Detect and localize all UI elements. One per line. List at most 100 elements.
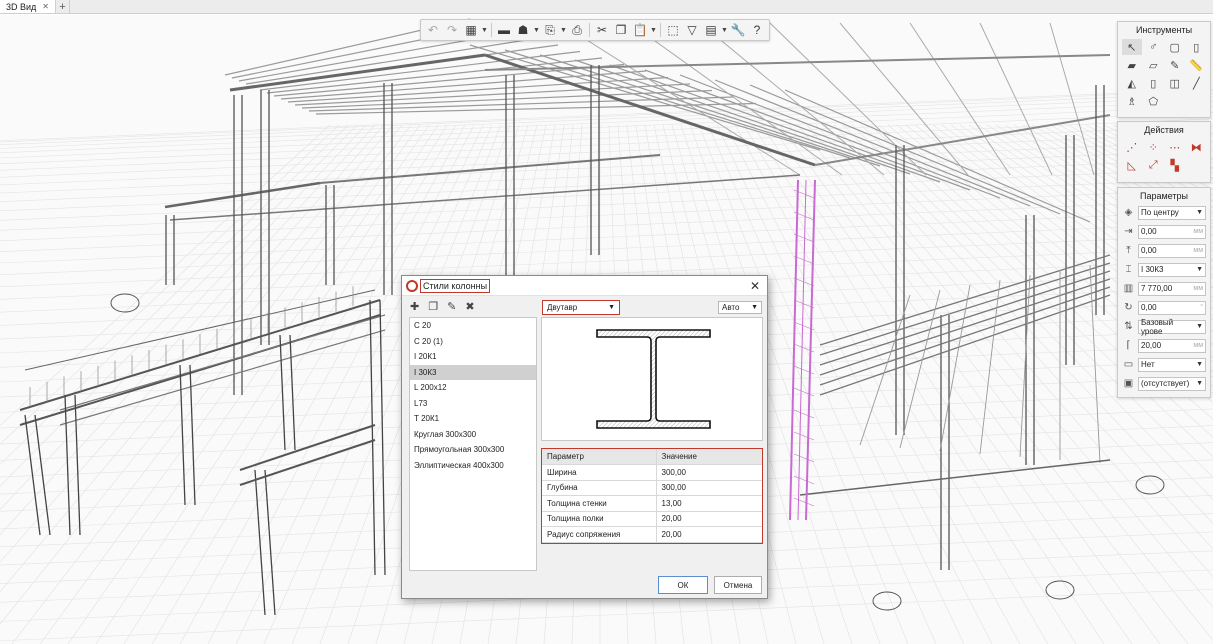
close-icon[interactable]: ✕: [42, 2, 49, 11]
copy-icon[interactable]: ❐: [612, 21, 630, 39]
help-icon[interactable]: ?: [748, 21, 766, 39]
offset-x-icon: ⇥: [1124, 226, 1133, 237]
parameter-value[interactable]: 300,00: [656, 480, 762, 496]
finish-select[interactable]: Нет ▼: [1138, 357, 1206, 372]
list-item[interactable]: Т 20К1: [410, 411, 536, 427]
tab-3d-view[interactable]: 3D Вид ✕: [0, 0, 56, 13]
rotate-icon[interactable]: ⁘: [1144, 139, 1164, 155]
display-settings-icon[interactable]: ▤: [702, 21, 720, 39]
parameter-value[interactable]: 300,00: [656, 464, 762, 481]
rectangle-icon[interactable]: ▢: [1165, 39, 1185, 55]
roof-icon[interactable]: ◭: [1122, 75, 1142, 91]
line-icon[interactable]: ╱: [1187, 75, 1207, 91]
wrench-icon[interactable]: 🔧: [729, 21, 747, 39]
list-item[interactable]: I 30К3: [410, 364, 536, 380]
parameter-name: Ширина: [542, 464, 657, 481]
view-cube-icon[interactable]: ▦: [462, 21, 480, 39]
list-item[interactable]: I 20К1: [410, 349, 536, 365]
offset-y-field[interactable]: 0,00 мм: [1138, 243, 1206, 258]
pointer-icon[interactable]: ↖: [1122, 39, 1142, 55]
column-icon[interactable]: ▯: [1187, 39, 1207, 55]
separator: [491, 23, 492, 37]
filter-icon[interactable]: ▽: [683, 21, 701, 39]
close-button[interactable]: ✕: [750, 279, 763, 293]
undo-icon[interactable]: ↶: [424, 21, 442, 39]
height-field[interactable]: 7 770,00 мм: [1138, 281, 1206, 296]
array-icon[interactable]: ⋯: [1165, 139, 1185, 155]
chevron-down-icon[interactable]: ▼: [560, 27, 567, 34]
profile-select[interactable]: I 30К3 ▼: [1138, 262, 1206, 277]
move-icon[interactable]: ⋰: [1122, 139, 1142, 155]
redo-icon[interactable]: ↷: [443, 21, 461, 39]
column-header-parameter: Параметр: [542, 449, 657, 465]
slab-icon[interactable]: ▰: [1122, 57, 1142, 73]
anchor-row: ◈ По центру ▼: [1118, 203, 1210, 222]
chevron-down-icon: ▼: [1196, 209, 1203, 216]
material-select[interactable]: (отсутствует) ▼: [1138, 376, 1206, 391]
parameter-value[interactable]: 13,00: [656, 495, 762, 512]
list-item[interactable]: L73: [410, 396, 536, 412]
extend-icon[interactable]: ⤢: [1144, 157, 1164, 173]
list-item[interactable]: Круглая 300x300: [410, 427, 536, 443]
pencil-icon[interactable]: ✎: [1165, 57, 1185, 73]
list-item[interactable]: С 20 (1): [410, 334, 536, 350]
level-icon: ⇅: [1124, 321, 1133, 332]
window-icon[interactable]: ◫: [1165, 75, 1185, 91]
add-icon[interactable]: ✚: [410, 300, 419, 313]
separator: [660, 23, 661, 37]
cancel-button[interactable]: Отмена: [714, 576, 762, 594]
base-level-select[interactable]: Базовый урове ▼: [1138, 318, 1206, 336]
base-offset-field[interactable]: 20,00 мм: [1138, 338, 1206, 353]
list-item[interactable]: Прямоугольная 300x300: [410, 442, 536, 458]
rotation-field[interactable]: 0,00 °: [1138, 300, 1206, 315]
print-icon[interactable]: ⎙: [568, 21, 586, 39]
stair-icon[interactable]: ♗: [1122, 93, 1142, 109]
column-header-value: Значение: [656, 449, 762, 465]
list-item[interactable]: С 20: [410, 318, 536, 334]
offset-y-row: ⤒ 0,00 мм: [1118, 241, 1210, 260]
profile-preview: [541, 317, 763, 441]
chevron-down-icon: ▼: [751, 304, 758, 311]
material-icon: ▣: [1123, 378, 1134, 389]
ruler-icon[interactable]: 📏: [1187, 57, 1207, 73]
anchor-select[interactable]: По центру ▼: [1138, 205, 1206, 220]
dialog-title-bar[interactable]: Стили колонны ✕: [402, 276, 767, 296]
door-icon[interactable]: ▯: [1144, 75, 1164, 91]
level-icon[interactable]: ☗: [514, 21, 532, 39]
profile-row: ⌶ I 30К3 ▼: [1118, 260, 1210, 279]
list-item[interactable]: L 200x12: [410, 380, 536, 396]
align-icon[interactable]: ▚: [1165, 157, 1185, 173]
mirror-icon[interactable]: ⧓: [1187, 139, 1207, 155]
chevron-down-icon[interactable]: ▼: [481, 27, 488, 34]
offset-x-field[interactable]: 0,00 мм: [1138, 224, 1206, 239]
parameter-value[interactable]: 20,00: [656, 526, 762, 543]
table-row: Глубина 300,00: [542, 480, 762, 496]
add-tab-button[interactable]: +: [56, 0, 70, 13]
tools-panel: Инструменты ↖ ♂ ▢ ▯ ▰ ▱ ✎ 📏 ◭ ▯ ◫ ╱ ♗ ⬠: [1117, 21, 1211, 118]
scale-mode-select[interactable]: Авто ▼: [718, 301, 762, 314]
cut-icon[interactable]: ✂: [593, 21, 611, 39]
chevron-down-icon[interactable]: ▼: [721, 27, 728, 34]
paste-icon[interactable]: 📋: [631, 21, 649, 39]
layers-icon[interactable]: ▬: [495, 21, 513, 39]
chevron-down-icon[interactable]: ▼: [650, 27, 657, 34]
beam-icon[interactable]: ▱: [1144, 57, 1164, 73]
shape-icon[interactable]: ⬠: [1144, 93, 1164, 109]
trim-icon[interactable]: ◺: [1122, 157, 1142, 173]
parameters-panel: Параметры ◈ По центру ▼ ⇥ 0,00 мм ⤒ 0,00 мм…: [1117, 187, 1211, 398]
ok-button[interactable]: ОК: [658, 576, 708, 594]
chevron-down-icon[interactable]: ▼: [533, 27, 540, 34]
edit-icon[interactable]: ✎: [447, 300, 456, 313]
parameter-value[interactable]: 20,00: [656, 511, 762, 527]
duplicate-icon[interactable]: ❐: [428, 300, 438, 313]
material-row: ▣ (отсутствует) ▼: [1118, 374, 1210, 393]
import-icon[interactable]: ⎘: [541, 21, 559, 39]
profile-icon: ⌶: [1125, 264, 1132, 275]
node-edit-icon[interactable]: ♂: [1144, 39, 1164, 55]
list-item[interactable]: Эллиптическая 400x300: [410, 458, 536, 474]
offset-x-row: ⇥ 0,00 мм: [1118, 222, 1210, 241]
delete-icon[interactable]: ✖: [465, 300, 474, 313]
profile-type-select[interactable]: Двутавр ▼: [542, 300, 620, 315]
select-tool-icon[interactable]: ⬚: [664, 21, 682, 39]
base-level-row: ⇅ Базовый урове ▼: [1118, 317, 1210, 336]
